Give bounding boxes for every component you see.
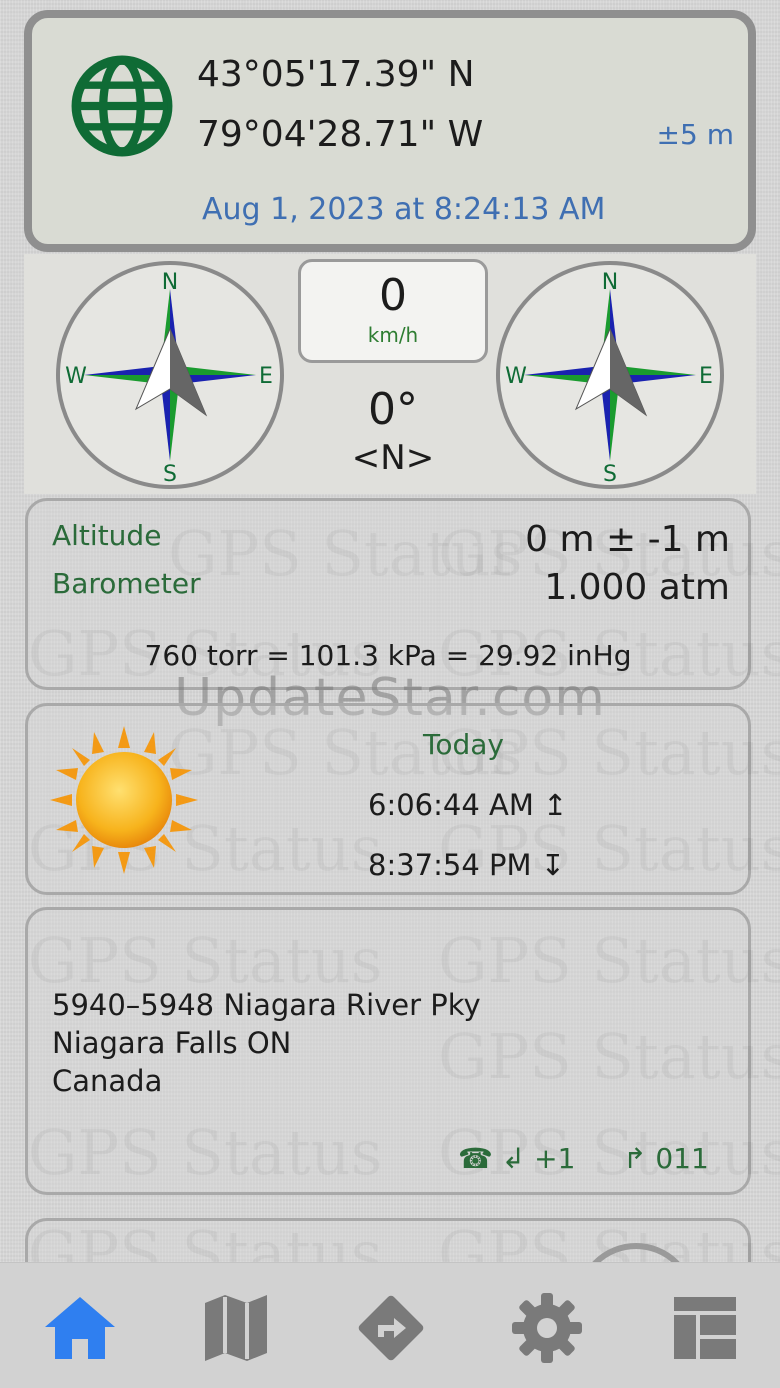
- speed-unit: km/h: [367, 323, 419, 347]
- location-card[interactable]: 43°05'17.39" N 79°04'28.71" W ±5 m Aug 1…: [24, 10, 756, 252]
- address-line: Canada: [52, 1064, 163, 1098]
- east-label: E: [699, 364, 713, 389]
- heading-direction: <N>: [351, 438, 435, 478]
- address-card[interactable]: GPS Status GPS Status GPS Status GPS Sta…: [25, 907, 780, 1195]
- timestamp: Aug 1, 2023 at 8:24:13 AM: [202, 192, 606, 227]
- north-label: N: [602, 270, 618, 295]
- compass-right[interactable]: N S W E: [494, 259, 726, 491]
- dashboard-icon[interactable]: [668, 1291, 742, 1365]
- sun-title: Today: [423, 728, 504, 761]
- gear-icon[interactable]: [510, 1291, 584, 1365]
- accuracy: ±5 m: [656, 118, 734, 151]
- sunset-time: 8:37:54 PM ↧: [368, 848, 566, 882]
- speed-value: 0: [379, 270, 407, 321]
- home-icon[interactable]: [43, 1291, 117, 1365]
- altitude-value: 0 m ± -1 m: [525, 519, 730, 560]
- south-label: S: [163, 462, 177, 487]
- sunrise-time: 6:06:44 AM ↥: [368, 788, 568, 822]
- west-label: W: [505, 364, 527, 389]
- watermark-app: GPS Status: [28, 1116, 382, 1189]
- north-label: N: [162, 270, 178, 295]
- barometer-value: 1.000 atm: [544, 567, 730, 608]
- barometer-label: Barometer: [52, 567, 201, 600]
- latitude: 43°05'17.39" N: [197, 54, 475, 95]
- directions-icon[interactable]: [354, 1291, 428, 1365]
- address: 5940–5948 Niagara River Pky Niagara Fall…: [52, 986, 481, 1100]
- map-icon[interactable]: [199, 1291, 273, 1365]
- compass-strip: N S W E 0 km/h 0° <N> N S W E: [24, 254, 756, 494]
- globe-icon: [71, 55, 173, 157]
- altitude-label: Altitude: [52, 519, 162, 552]
- speed-box[interactable]: 0 km/h: [298, 259, 488, 363]
- watermark-app: GPS Status: [438, 1020, 780, 1093]
- address-line: Niagara Falls ON: [52, 1026, 292, 1060]
- altitude-card[interactable]: GPS Status GPS Status GPS Status GPS Sta…: [25, 498, 780, 690]
- east-label: E: [259, 364, 273, 389]
- sun-icon: [50, 726, 198, 874]
- tab-bar: [0, 1262, 780, 1388]
- compass-left[interactable]: N S W E: [54, 259, 286, 491]
- longitude: 79°04'28.71" W: [197, 114, 484, 155]
- heading-degrees: 0°: [368, 384, 418, 435]
- sun-card[interactable]: GPS Status GPS Status GPS Status GPS Sta…: [25, 703, 780, 895]
- intl-dial-prefix[interactable]: ↱ 011: [623, 1142, 709, 1175]
- west-label: W: [65, 364, 87, 389]
- south-label: S: [603, 462, 617, 487]
- watermark-app: GPS Status: [168, 517, 522, 590]
- phone-country-code[interactable]: ☎ ↲ +1: [458, 1142, 575, 1175]
- watermark-app: GPS Status: [438, 924, 780, 997]
- address-line: 5940–5948 Niagara River Pky: [52, 988, 481, 1022]
